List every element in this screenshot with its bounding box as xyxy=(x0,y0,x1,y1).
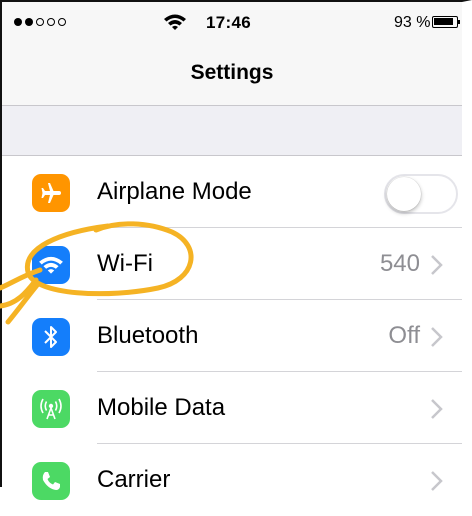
settings-row-bluetooth[interactable]: Bluetooth Off xyxy=(2,300,462,372)
settings-row-label: Carrier xyxy=(97,466,171,493)
signal-dot xyxy=(14,18,22,26)
wifi-network-value: 540 xyxy=(379,250,420,277)
settings-list: Airplane Mode Wi-Fi 540 Bluetooth Off Mo… xyxy=(2,155,462,500)
phone-icon xyxy=(32,462,70,500)
cellular-signal-icon xyxy=(14,18,66,26)
page-title: Settings xyxy=(190,61,274,84)
wifi-status-icon xyxy=(164,14,186,30)
status-bar: 17:46 93 % xyxy=(2,2,462,44)
chevron-right-icon xyxy=(431,399,443,419)
settings-row-wifi[interactable]: Wi-Fi 540 xyxy=(2,228,462,300)
navigation-bar: Settings xyxy=(2,44,462,106)
settings-row-carrier[interactable]: Carrier xyxy=(2,444,462,516)
signal-dot xyxy=(25,18,33,26)
settings-row-label: Airplane Mode xyxy=(97,178,252,205)
battery-level xyxy=(434,18,453,25)
airplane-icon xyxy=(32,174,70,212)
screenshot-frame: 17:46 93 % Settings Airplane Mode Wi-Fi … xyxy=(0,0,472,500)
settings-row-label: Bluetooth xyxy=(97,322,199,349)
settings-row-mobile-data[interactable]: Mobile Data xyxy=(2,372,462,444)
toggle-knob xyxy=(387,177,421,211)
settings-row-airplane-mode[interactable]: Airplane Mode xyxy=(2,156,462,228)
bluetooth-icon xyxy=(32,318,70,356)
clock: 17:46 xyxy=(206,13,251,32)
battery-percent: 93 % xyxy=(394,14,431,31)
settings-row-label: Wi-Fi xyxy=(97,250,153,277)
settings-row-label: Mobile Data xyxy=(97,394,226,421)
battery-icon xyxy=(432,16,458,28)
antenna-icon xyxy=(32,390,70,428)
signal-dot xyxy=(36,18,44,26)
bluetooth-status-value: Off xyxy=(388,322,420,349)
chevron-right-icon xyxy=(431,255,443,275)
signal-dot xyxy=(47,18,55,26)
chevron-right-icon xyxy=(431,471,443,491)
battery-tip xyxy=(458,20,460,24)
wifi-icon xyxy=(32,246,70,284)
signal-dot xyxy=(58,18,66,26)
airplane-mode-toggle[interactable] xyxy=(384,174,458,214)
chevron-right-icon xyxy=(431,327,443,347)
